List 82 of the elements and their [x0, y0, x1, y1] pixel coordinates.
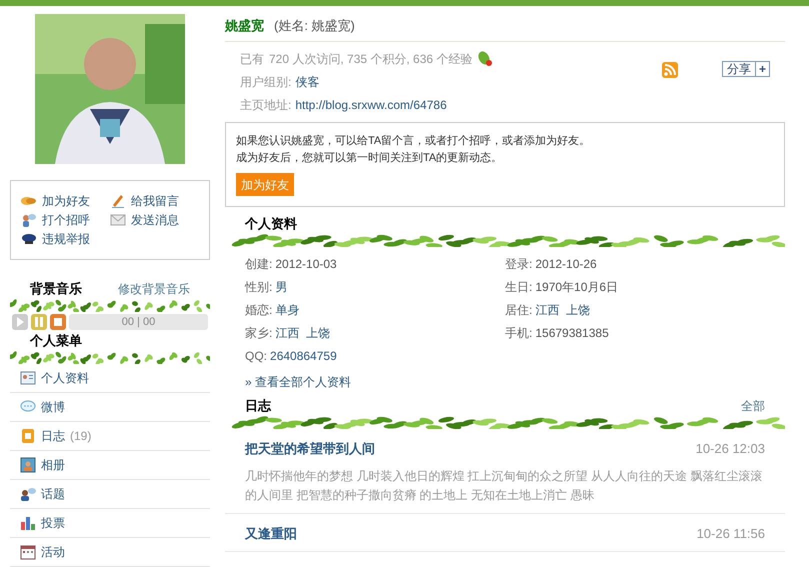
stats-text: 720 人次访问, 735 个积分, 636 个经验 [269, 51, 472, 68]
action-link[interactable]: 给我留言 [110, 193, 199, 209]
menu-label: 相册 [41, 457, 65, 474]
photo-icon [20, 457, 36, 473]
menu-label: 话题 [41, 486, 65, 503]
share-plus: + [754, 62, 769, 76]
menu-label: 微博 [41, 399, 65, 416]
field-value[interactable]: 单身 [275, 301, 300, 319]
field-value[interactable]: 江西 上饶 [535, 301, 590, 319]
share-label: 分享 [726, 62, 752, 76]
play-icon [16, 317, 24, 327]
share-button[interactable]: 分享 + [722, 61, 770, 77]
field-label: 生日: [505, 279, 532, 296]
menu-item[interactable]: 相册 [10, 451, 210, 480]
field-value[interactable]: 2640864759 [270, 347, 337, 365]
post-title[interactable]: 把天堂的希望带到人间 [245, 439, 375, 458]
leaf-icon [477, 51, 494, 67]
action-link[interactable]: 加为好友 [21, 193, 110, 209]
section-title: 个人菜单 [30, 333, 82, 349]
envelope-icon [110, 212, 126, 228]
menu-item[interactable]: 个人资料 [10, 364, 210, 393]
section-link[interactable]: 全部 [741, 398, 765, 414]
notebook-icon [20, 428, 36, 444]
notice-text: 成为好友后，您就可以第一时间关注到TA的更新动态。 [236, 150, 504, 166]
section-title: 背景音乐 [30, 281, 82, 297]
pencil-icon [110, 193, 126, 209]
field-label: QQ: [245, 348, 268, 365]
field-label: 登录: [505, 256, 532, 273]
time-display: 00 | 00 [122, 314, 156, 330]
pause-icon [35, 317, 43, 327]
action-link[interactable]: 违规举报 [21, 231, 110, 247]
item-count: (19) [70, 428, 92, 445]
field-label: 居住: [505, 302, 532, 319]
menu-label: 投票 [41, 515, 65, 532]
section-title: 个人资料 [245, 216, 297, 232]
menu-label: 个人资料 [41, 370, 89, 387]
police-cap-icon [21, 231, 37, 247]
field-value: 2012-10-26 [535, 256, 597, 273]
field-value[interactable]: 江西 上饶 [275, 324, 330, 342]
field-label: 家乡: [245, 325, 272, 342]
stop-icon [54, 318, 62, 326]
menu-item[interactable]: 活动 [10, 538, 210, 567]
field-label: 手机: [505, 325, 532, 342]
action-link[interactable]: 打个招呼 [21, 212, 110, 228]
post-title[interactable]: 又逢重阳 [245, 524, 297, 543]
user-name: 姚盛宽 [225, 17, 264, 35]
field-value: 1970年10月6日 [535, 279, 618, 296]
menu-item[interactable]: 日志 (19) [10, 422, 210, 451]
post-summary: 几时怀揣他年的梦想 几时装入他日的辉煌 扛上沉甸甸的众之所望 从人人向往的天途 飘落红尘滚滚的人间里 把智慧的种子撒向贫瘠 的土地上 无知在土地上消亡 愚昧 [245, 468, 764, 504]
field-value[interactable]: 男 [275, 278, 288, 296]
bar-chart-icon [20, 515, 36, 531]
action-link[interactable]: 发送消息 [110, 212, 199, 228]
stats-prefix: 已有 [240, 51, 264, 68]
field-label: 创建: [245, 256, 272, 273]
person-speech-icon [20, 486, 36, 502]
field-value: 15679381385 [535, 325, 609, 342]
menu-item[interactable]: 微博 [10, 393, 210, 422]
menu-label: 活动 [41, 544, 65, 561]
menu-label: 日志 [41, 428, 65, 445]
section-link[interactable]: 修改背景音乐 [118, 281, 190, 297]
post-time: 10-26 11:56 [696, 524, 765, 542]
field-label: 主页地址: [240, 97, 292, 114]
real-name: (姓名: 姚盛宽) [274, 17, 355, 35]
pause-button[interactable] [31, 314, 47, 330]
homepage-link[interactable]: http://blog.srxww.com/64786 [295, 96, 447, 114]
menu-item[interactable]: 话题 [10, 480, 210, 509]
field-value: 2012-10-03 [275, 256, 337, 273]
section-title: 日志 [245, 398, 271, 414]
calendar-icon [20, 544, 36, 560]
notice-text: 如果您认识姚盛宽，可以给TA留个言，或者打个招呼，或者添加为好友。 [236, 134, 592, 149]
play-button[interactable] [12, 314, 28, 330]
user-group-link[interactable]: 侠客 [295, 73, 320, 91]
field-label: 用户组别: [240, 74, 292, 91]
menu-item[interactable]: 投票 [10, 509, 210, 538]
id-card-icon [20, 370, 36, 386]
stop-button[interactable] [50, 314, 66, 330]
rss-icon[interactable] [662, 62, 678, 78]
field-label: 性别: [245, 279, 272, 296]
view-all-profile-link[interactable]: » 查看全部个人资料 [225, 373, 785, 391]
field-label: 婚恋: [245, 302, 272, 319]
person-speech-icon [21, 212, 37, 228]
post-time: 10-26 12:03 [696, 440, 765, 458]
